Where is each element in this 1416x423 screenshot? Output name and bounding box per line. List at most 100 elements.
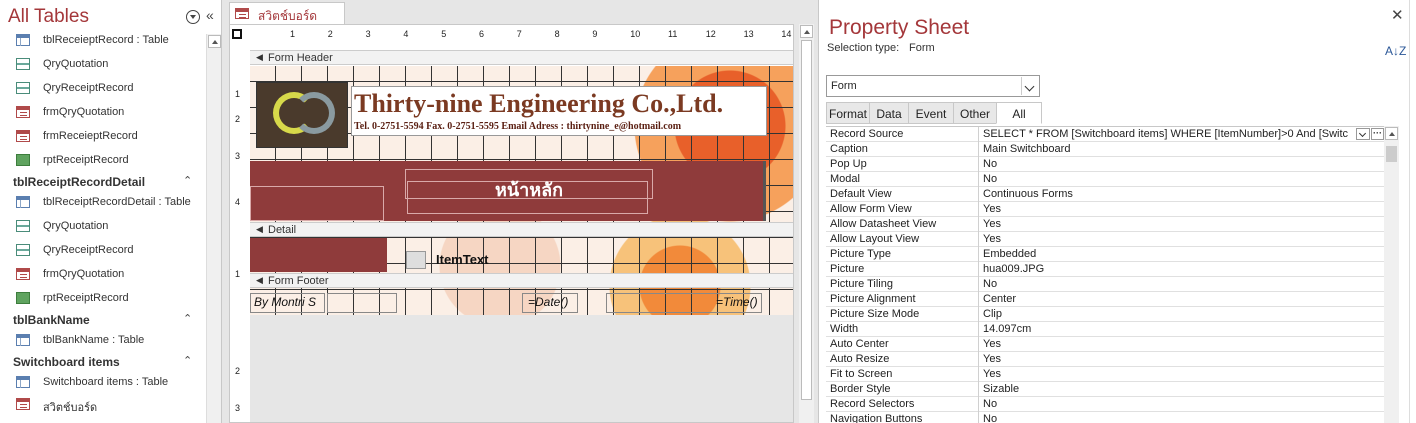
scroll-thumb[interactable] [1386,146,1397,162]
nav-item[interactable]: rptReceiptRecord [0,150,206,172]
nav-scrollbar[interactable] [206,34,221,423]
document-tab[interactable]: สวิตช์บอร์ด [229,2,345,24]
scroll-up-icon[interactable] [1385,127,1398,140]
property-row[interactable]: Modal No [826,172,1384,187]
tab-event[interactable]: Event [908,102,954,124]
property-value[interactable]: SELECT * FROM [Switchboard items] WHERE … [983,128,1353,140]
property-value[interactable]: hua009.JPG [983,263,1353,275]
footer-time-field[interactable]: =Time() [716,295,758,309]
property-row[interactable]: Picture Size Mode Clip [826,307,1384,322]
nav-menu-dropdown-icon[interactable] [186,10,200,24]
property-row[interactable]: Navigation Buttons No [826,412,1384,423]
horizontal-ruler[interactable]: 1 2 3 4 5 6 7 8 9 10 11 12 13 14 [250,29,793,42]
property-value[interactable]: Yes [983,203,1353,215]
property-row[interactable]: Auto Center Yes [826,337,1384,352]
property-value[interactable]: Clip [983,308,1353,320]
property-row[interactable]: Width 14.097cm [826,322,1384,337]
property-value[interactable]: Center [983,293,1353,305]
property-row[interactable]: Pop Up No [826,157,1384,172]
nav-item[interactable]: tblBankName : Table [0,330,206,352]
property-row[interactable]: Picture hua009.JPG [826,262,1384,277]
footer-author-label[interactable]: By Montri S [254,295,316,309]
property-row[interactable]: Allow Layout View Yes [826,232,1384,247]
property-row[interactable]: Default View Continuous Forms [826,187,1384,202]
object-select-dropdown[interactable]: Form [826,75,1040,97]
property-value[interactable]: 14.097cm [983,323,1353,335]
property-row[interactable]: Border Style Sizable [826,382,1384,397]
collapse-group-icon[interactable]: ⌃ [183,174,192,187]
tab-data[interactable]: Data [869,102,909,124]
property-row[interactable]: Allow Datasheet View Yes [826,217,1384,232]
form-header-bar[interactable]: ◀ Form Header [250,50,793,65]
property-value[interactable]: No [983,398,1353,410]
property-value[interactable]: Sizable [983,383,1353,395]
detail-bar[interactable]: ◀ Detail [250,222,793,237]
tab-format[interactable]: Format [826,102,870,124]
nav-item[interactable]: rptReceiptRecord [0,288,206,310]
nav-group-switchboard-items[interactable]: Switchboard items ⌃ [0,352,206,374]
property-scrollbar[interactable] [1384,126,1399,423]
tab-other[interactable]: Other [953,102,997,124]
control-outline[interactable] [250,186,384,221]
nav-item[interactable]: QryReceiptRecord [0,78,206,100]
property-value[interactable]: No [983,278,1353,290]
company-label[interactable]: Thirty-nine Engineering Co.,Ltd. Tel. 0-… [351,86,767,136]
company-logo[interactable] [256,82,348,148]
collapse-group-icon[interactable]: ⌃ [183,312,192,325]
property-value[interactable]: Continuous Forms [983,188,1353,200]
footer-date-field[interactable]: =Date() [528,295,568,309]
close-icon[interactable]: ✕ [1391,6,1404,24]
property-value[interactable]: No [983,173,1353,185]
property-row[interactable]: Picture Type Embedded [826,247,1384,262]
property-value[interactable]: Main Switchboard [983,143,1353,155]
nav-item[interactable]: tblReceieptRecord : Table [0,30,206,52]
form-selector[interactable] [232,29,242,39]
nav-group-bank-name[interactable]: tblBankName ⌃ [0,310,206,332]
nav-group-receipt-detail[interactable]: tblReceiptRecordDetail ⌃ [0,172,206,194]
property-value[interactable]: Embedded [983,248,1353,260]
nav-item[interactable]: QryQuotation [0,216,206,238]
builder-ellipsis-icon[interactable]: ··· [1371,128,1384,140]
sort-az-icon[interactable]: A↓Z [1385,44,1406,58]
nav-item[interactable]: frmQryQuotation [0,264,206,286]
property-value[interactable]: Yes [983,233,1353,245]
property-row[interactable]: Record Source SELECT * FROM [Switchboard … [826,127,1384,142]
property-value[interactable]: Yes [983,353,1353,365]
property-row[interactable]: Fit to Screen Yes [826,367,1384,382]
property-row[interactable]: Picture Alignment Center [826,292,1384,307]
nav-item[interactable]: frmReceieptRecord [0,126,206,148]
scroll-up-icon[interactable] [800,25,813,38]
property-row[interactable]: Caption Main Switchboard [826,142,1384,157]
collapse-group-icon[interactable]: ⌃ [183,354,192,367]
item-text-field[interactable]: ItemText [436,252,489,267]
nav-item[interactable]: สวิตช์บอร์ด [0,394,206,416]
option-button[interactable] [406,251,426,269]
collapse-pane-icon[interactable]: « [206,7,214,23]
property-value[interactable]: No [983,158,1353,170]
chevron-down-icon[interactable] [1356,128,1370,140]
form-title-label[interactable]: หน้าหลัก [405,175,653,204]
property-row[interactable]: Allow Form View Yes [826,202,1384,217]
scroll-thumb[interactable] [801,40,812,400]
chevron-down-icon[interactable] [1021,77,1039,95]
designer-scrollbar[interactable] [799,24,814,423]
property-value[interactable]: Yes [983,368,1353,380]
tab-all[interactable]: All [996,102,1042,124]
control-outline[interactable] [327,293,397,313]
detail-color-block[interactable] [250,238,387,272]
property-row[interactable]: Picture Tiling No [826,277,1384,292]
nav-item[interactable]: tblReceiptRecordDetail : Table [0,192,206,214]
property-row[interactable]: Record Selectors No [826,397,1384,412]
property-value[interactable]: Yes [983,218,1353,230]
property-row[interactable]: Auto Resize Yes [826,352,1384,367]
nav-item[interactable]: Switchboard items : Table [0,372,206,394]
vertical-ruler[interactable]: 1 2 3 4 1 2 3 [233,45,247,422]
nav-item[interactable]: QryQuotation [0,54,206,76]
scroll-up-icon[interactable] [208,35,221,48]
title-band[interactable]: หน้าหลัก [250,161,766,221]
form-footer-bar[interactable]: ◀ Form Footer [250,273,793,288]
nav-item[interactable]: QryReceiptRecord [0,240,206,262]
property-value[interactable]: Yes [983,338,1353,350]
nav-item[interactable]: frmQryQuotation [0,102,206,124]
nav-title[interactable]: All Tables [8,6,89,28]
